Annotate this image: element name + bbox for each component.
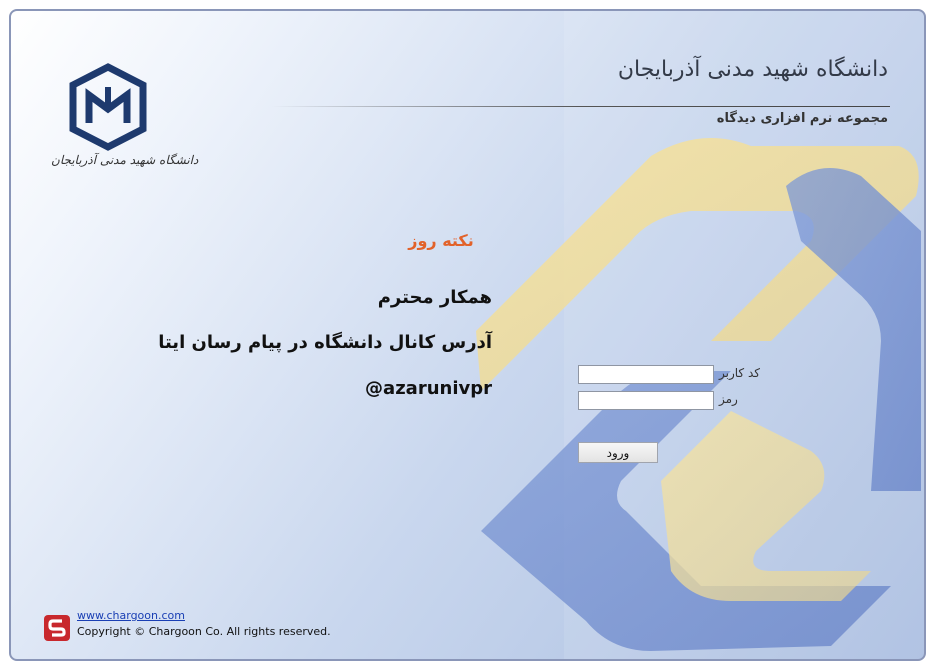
username-label: کد کاربر (719, 366, 760, 380)
system-subtitle: مجموعه نرم افزاری دیدگاه (716, 111, 888, 126)
tip-line-greeting: همکار محترم (377, 287, 492, 308)
password-label: رمز (719, 392, 738, 406)
username-input[interactable] (578, 365, 714, 384)
login-button[interactable]: ورود (578, 442, 658, 463)
tip-line-handle: @azarunivpr (365, 378, 492, 399)
header-divider (271, 106, 890, 107)
logo-caption: دانشگاه شهید مدنی آذربایجان (51, 153, 199, 167)
tip-of-day-title: نکته روز (408, 231, 474, 250)
university-title: دانشگاه شهید مدنی آذربایجان (617, 57, 888, 82)
tip-line-channel: آدرس کانال دانشگاه در پیام رسان ایتا (158, 332, 492, 353)
chargoon-website-link[interactable]: www.chargoon.com (77, 609, 185, 622)
copyright-text: Copyright © Chargoon Co. All rights rese… (77, 625, 331, 638)
chargoon-logo-icon (44, 615, 70, 641)
university-logo-icon (69, 63, 147, 151)
password-input[interactable] (578, 391, 714, 410)
login-panel: دانشگاه شهید مدنی آذربایجان دانشگاه شهید… (9, 9, 926, 661)
